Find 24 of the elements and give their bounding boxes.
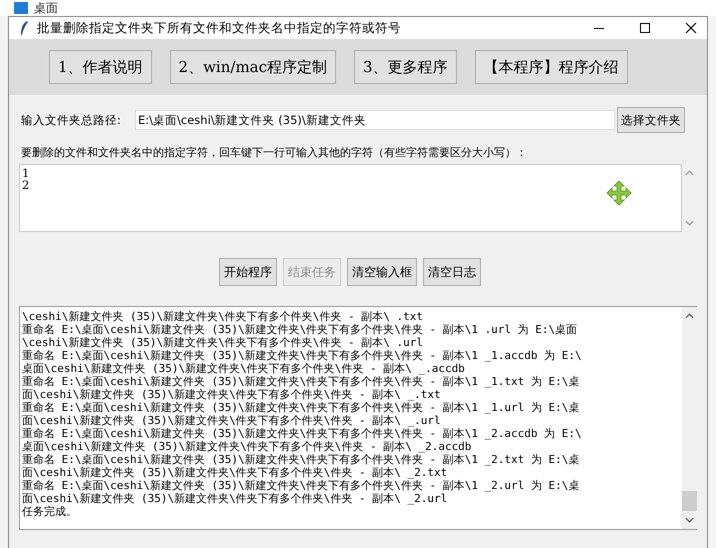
window-title: 批量删除指定文件夹下所有文件和文件夹名中指定的字符或符号 — [37, 20, 401, 36]
move-cursor-icon — [606, 180, 632, 206]
scrollbar[interactable] — [682, 307, 697, 529]
characters-label: 要删除的文件和文件夹名中的指定字符，回车键下一行可输入其他的字符（有些字符需要区分大小写）： — [20, 145, 528, 160]
path-label: 输入文件夹总路径: — [20, 112, 122, 128]
menu-button[interactable]: 1、作者说明 — [49, 50, 152, 84]
choose-folder-button[interactable]: 选择文件夹 — [617, 107, 685, 133]
action-button[interactable]: 开始程序 — [219, 258, 277, 286]
menu-button[interactable]: 2、win/mac程序定制 — [170, 50, 336, 84]
scrollbar-thumb[interactable] — [682, 491, 697, 511]
desktop-label: 桌面 — [34, 1, 58, 15]
action-button[interactable]: 清空输入框 — [347, 258, 417, 286]
menu-button[interactable]: 【本程序】程序介绍 — [474, 50, 628, 84]
action-button[interactable]: 清空日志 — [423, 258, 481, 286]
characters-field[interactable]: 1 2 — [19, 164, 682, 232]
maximize-icon[interactable] — [639, 22, 651, 34]
close-icon[interactable] — [685, 22, 697, 34]
down-chevron-icon[interactable] — [685, 517, 694, 523]
folder-icon — [14, 2, 28, 14]
up-chevron-icon[interactable] — [685, 313, 694, 319]
log-text: \ceshi\新建文件夹 (35)\新建文件夹\件夹下有多个件夹\件夹 - 副本\ .txt 重命名 E:\桌面\ceshi\新建文件夹 (35)\新建文件夹\件夹下有多个件夹\件夹 - 副本\1 .url 为 E:\桌面 \ceshi\新建文件夹 (35)\新建文件夹\件夹下有多个件夹\件夹 - 副本\ .url 重命名 E:\桌面\ceshi\新建文件夹 (35)\新建文件夹\件夹下有多个件夹\件夹 - 副本\1 _1.accdb 为 E:\ 桌面\ceshi\新建文件夹 (35)\新建文件夹\件夹下有多个件夹\件夹 - 副本\ _.accdb 重命名 E:\桌面\ceshi\新建文件夹 (35)\新建文件夹\件夹下有多个件夹\件夹 - 副本\1 _1.txt 为 E:\桌 面\ceshi\新建文件夹 (35)\新建文件夹\件夹下有多个件夹\件夹 - 副本\ _.txt 重命名 E:\桌面\ceshi\新建文件夹 (35)\新建文件夹\件夹下有多个件夹\件夹 - 副本\1 _1.url 为 E:\桌 面\ceshi\新建文件夹 (35)\新建文件夹\件夹下有多个件夹\件夹 - 副本\ _.url 重命名 E:\桌面\ceshi\新建文件夹 (35)\新建文件夹\件夹下有多个件夹\件夹 - 副本\1 _2.accdb 为 E:\ 桌面\ceshi\新建文件夹 (35)\新建文件夹\件夹下有多个件夹\件夹 - 副本\ _2.accdb 重命名 E:\桌面\ceshi\新建文件夹 (35)\新建文件夹\件夹下有多个件夹\件夹 - 副本\1 _2.txt 为 E:\桌 面\ceshi\新建文件夹 (35)\新建文件夹\件夹下有多个件夹\件夹 - 副本\ _2.txt 重命名 E:\桌面\ceshi\新建文件夹 (35)\新建文件夹\件夹下有多个件夹\件夹 - 副本\1 _2.url 为 E:\桌 面\ceshi\新建文件夹 (35)\新建文件夹\件夹下有多个件夹\件夹 - 副本\ _2.url 任务完成。 — [21, 309, 583, 520]
menu-button[interactable]: 3、更多程序 — [354, 50, 457, 84]
feather-icon — [19, 20, 29, 36]
path-field[interactable]: E:\桌面\ceshi\新建文件夹 (35)\新建文件夹 — [135, 110, 615, 130]
